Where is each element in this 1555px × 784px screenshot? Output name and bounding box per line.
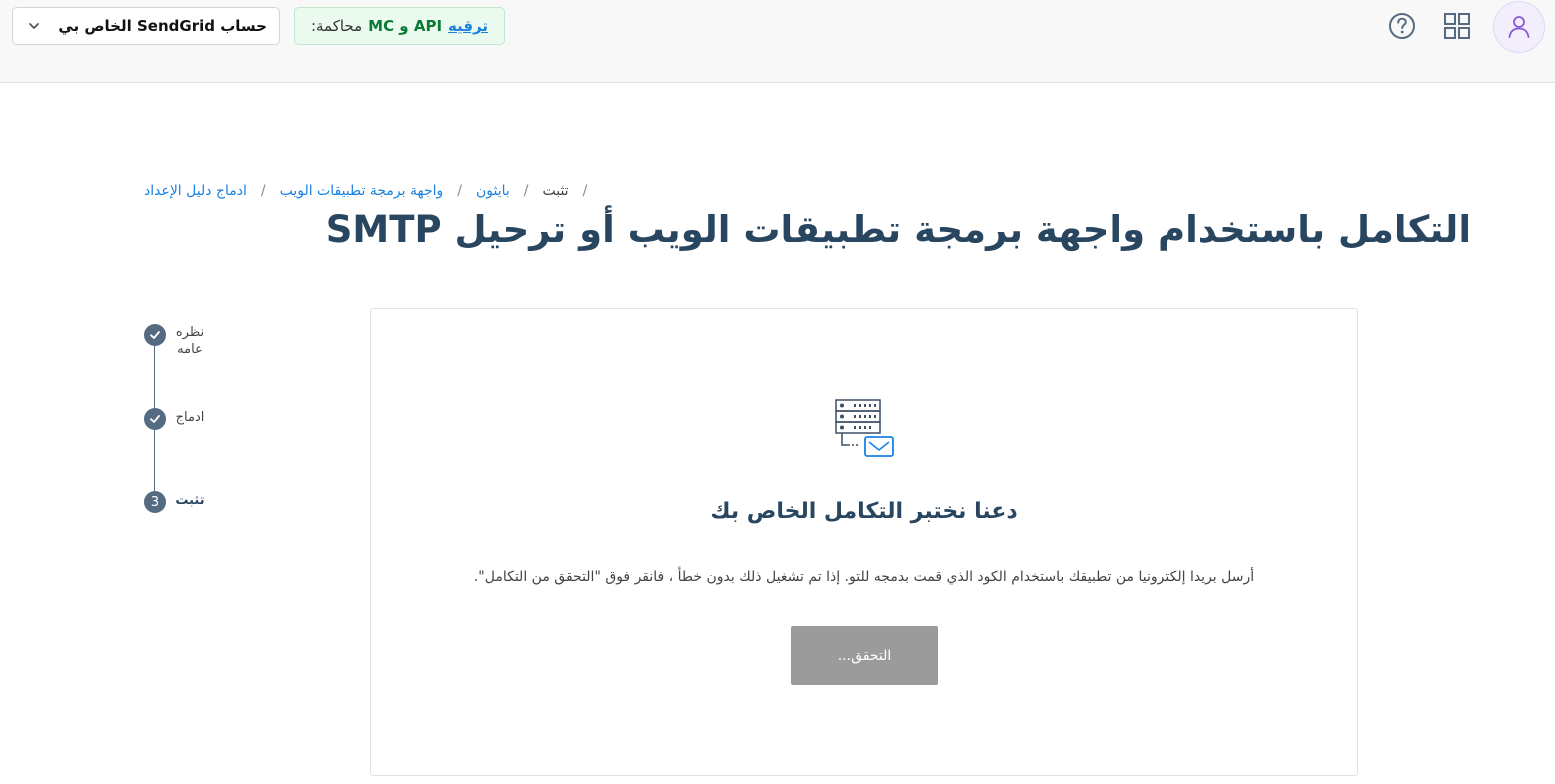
step-complete-check-icon (144, 408, 166, 430)
top-bar: حساب SendGrid الخاص بي ترقيه API و MC مح… (0, 0, 1555, 83)
breadcrumb: / تثبت / بايثون / واجهة برمجة تطبيقات ال… (144, 180, 587, 202)
step-label-verify: تثبت (175, 493, 205, 508)
trial-label: محاكمة: (310, 17, 363, 35)
breadcrumb-separator: / (457, 183, 462, 199)
account-select[interactable]: حساب SendGrid الخاص بي (12, 7, 280, 45)
user-icon (1508, 16, 1530, 38)
step-label-overview: نظره عامه (175, 325, 205, 357)
apps-grid-icon[interactable] (1441, 10, 1473, 42)
card-heading: دعنا نختبر التكامل الخاص بك (710, 499, 1018, 524)
avatar[interactable] (1493, 1, 1545, 53)
breadcrumb-current: تثبت (542, 183, 569, 199)
breadcrumb-separator: / (523, 183, 529, 199)
breadcrumb-separator: / (260, 183, 266, 199)
server-mail-icon (835, 399, 894, 457)
breadcrumb-link-setup-guide[interactable]: ادماج دليل الإعداد (144, 183, 247, 199)
breadcrumb-link-web-api[interactable]: واجهة برمجة تطبيقات الويب (280, 183, 444, 199)
verify-integration-card: دعنا نختبر التكامل الخاص بك أرسل بريدا إ… (370, 308, 1358, 776)
upgrade-link[interactable]: ترقيه (448, 17, 488, 35)
trial-plans: API و MC (368, 17, 443, 35)
step-label-integrate: ادماج (175, 410, 205, 425)
progress-stepper: نظره عامه ادماج 3 تثبت (140, 318, 210, 528)
help-circle-icon[interactable] (1386, 10, 1418, 42)
chevron-down-icon (29, 23, 39, 29)
verify-integration-button[interactable]: التحقق... (791, 626, 938, 685)
breadcrumb-link-python[interactable]: بايثون (476, 183, 510, 199)
page-title: التكامل باستخدام واجهة برمجة تطبيقات الو… (325, 208, 1471, 251)
step-number-badge: 3 (144, 491, 166, 513)
trial-badge: ترقيه API و MC محاكمة: (294, 7, 505, 45)
account-select-label: حساب SendGrid الخاص بي (58, 17, 267, 35)
breadcrumb-separator: / (582, 183, 588, 199)
card-description: أرسل بريدا إلكترونيا من تطبيقك باستخدام … (473, 569, 1255, 585)
step-complete-check-icon (144, 324, 166, 346)
